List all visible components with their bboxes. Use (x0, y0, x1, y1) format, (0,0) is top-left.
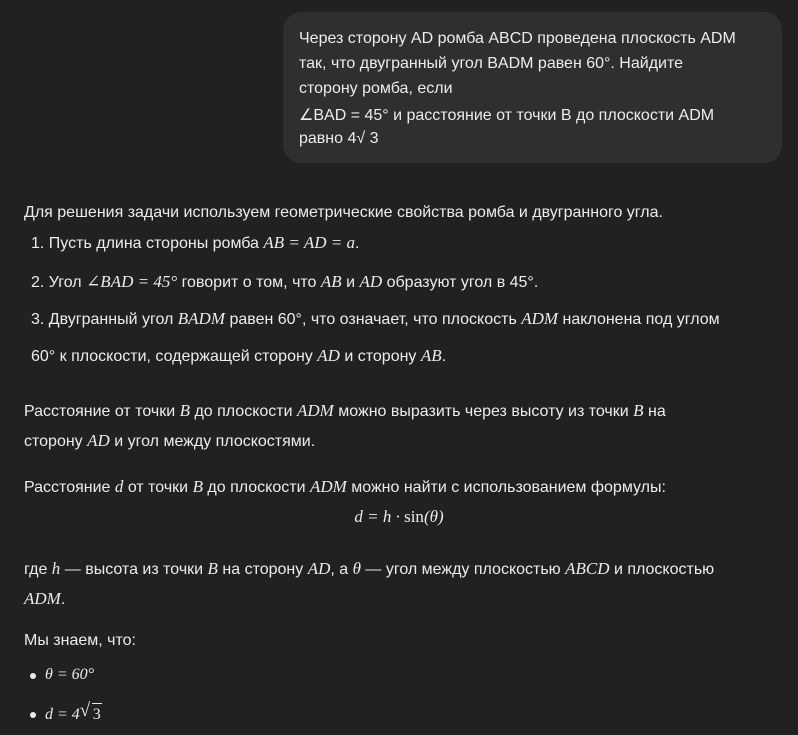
text: до плоскости (190, 403, 297, 420)
text: . (354, 235, 360, 252)
formula-function: sin (404, 507, 424, 526)
formula-lhs: d = h · (354, 507, 405, 526)
radicand: 3 (91, 703, 102, 726)
user-message-bubble: Через сторону AD ромба ABCD проведена пл… (283, 12, 782, 163)
text: на сторону (217, 561, 308, 578)
paragraph-1-line-2: сторону AD и угол между плоскостями. (24, 430, 315, 453)
text: и угол между плоскостями. (109, 433, 316, 450)
math-inline: AD (317, 346, 340, 365)
formula-argument: (θ) (423, 507, 444, 526)
text: Расстояние от точки (24, 403, 180, 420)
list-item-3: 3. Двугранный угол BADM равен 60°, что о… (31, 308, 720, 331)
text: Угол (48, 274, 87, 291)
paragraph-2: Расстояние d от точки B до плоскости ADM… (24, 476, 666, 499)
paragraph-3-line-2: ADM. (24, 588, 65, 611)
user-message-line: так, что двугранный угол BADM равен 60°.… (299, 55, 684, 72)
math-inline: AD (359, 272, 383, 291)
paragraph-1-line-1: Расстояние от точки B до плоскости ADM м… (24, 400, 666, 423)
user-message-line: ∠BAD = 45° и расстояние от точки B до пл… (299, 107, 715, 124)
list-number: 1. (31, 235, 45, 252)
math-inline: B (192, 477, 203, 496)
user-message-line: сторону ромба, если (299, 80, 453, 97)
text: и плоскостью (609, 561, 715, 578)
math-inline: ADM (309, 477, 347, 496)
formula-display: d = h · sin(θ) (0, 507, 798, 527)
math-inline: B (179, 401, 190, 420)
list-number: 3. (31, 311, 45, 328)
math-inline: θ (352, 559, 361, 578)
user-message-line: равно 4√ 3 (299, 130, 379, 147)
math-inline: AB (420, 346, 442, 365)
text: можно найти с использованием формулы: (346, 479, 666, 496)
text: равен 60°, что означает, что плоскость (225, 311, 522, 328)
intro-text: Для решения задачи используем геометриче… (24, 204, 663, 221)
bullet-dot (30, 712, 36, 718)
text: — высота из точки (60, 561, 208, 578)
math-inline: ADM (521, 309, 559, 328)
math-inline: AD (87, 431, 110, 450)
math-inline: B (207, 559, 218, 578)
text: от точки (123, 479, 193, 496)
list-item-2: 2. Угол ∠BAD = 45° говорит о том, что AB… (31, 271, 538, 294)
text: . (60, 591, 66, 608)
text: образуют угол в 45°. (382, 274, 539, 291)
text: наклонена под углом (558, 311, 720, 328)
math-inline: BADM (177, 309, 225, 328)
math-inline: ∠BAD = 45° (86, 272, 178, 291)
text: 60° к плоскости, содержащей сторону (31, 348, 318, 365)
text: говорит о том, что (177, 274, 321, 291)
list-number: 2. (31, 274, 45, 291)
text: Расстояние (24, 479, 115, 496)
bullet-item-distance: d = 4 √ 3 (45, 700, 102, 726)
math-inline: AB (320, 272, 342, 291)
math-inline: ADM (297, 401, 334, 420)
math-inline: AD (307, 559, 331, 578)
list-item-3-continued: 60° к плоскости, содержащей сторону AD и… (31, 345, 446, 368)
distance-lhs: d = 4 (45, 706, 80, 723)
bullet-item-theta: θ = 60° (45, 666, 95, 683)
text: — угол между плоскостью (360, 561, 566, 578)
text: Двугранный угол (48, 311, 178, 328)
math-inline: AB = AD = a (263, 233, 355, 252)
text: . (441, 348, 447, 365)
text: , а (330, 561, 353, 578)
user-message-line: Через сторону AD ромба ABCD проведена пл… (299, 30, 736, 47)
text: сторону (24, 433, 88, 450)
radical-sign-icon: √ (79, 700, 91, 721)
math-inline: ABCD (565, 559, 610, 578)
paragraph-3-line-1: где h — высота из точки B на сторону AD,… (24, 558, 714, 581)
text: и (341, 274, 360, 291)
text: где (24, 561, 52, 578)
math-inline: B (633, 401, 644, 420)
text: и сторону (339, 348, 421, 365)
bullet-dot (30, 673, 36, 679)
text: на (643, 403, 666, 420)
text: Пусть длина стороны ромба (48, 235, 264, 252)
text: можно выразить через высоту из точки (333, 403, 634, 420)
square-root: √ 3 (79, 700, 102, 726)
known-heading: Мы знаем, что: (24, 632, 136, 649)
math-inline: ADM (24, 589, 61, 608)
text: до плоскости (202, 479, 310, 496)
list-item-1: 1. Пусть длина стороны ромба AB = AD = a… (31, 232, 359, 255)
